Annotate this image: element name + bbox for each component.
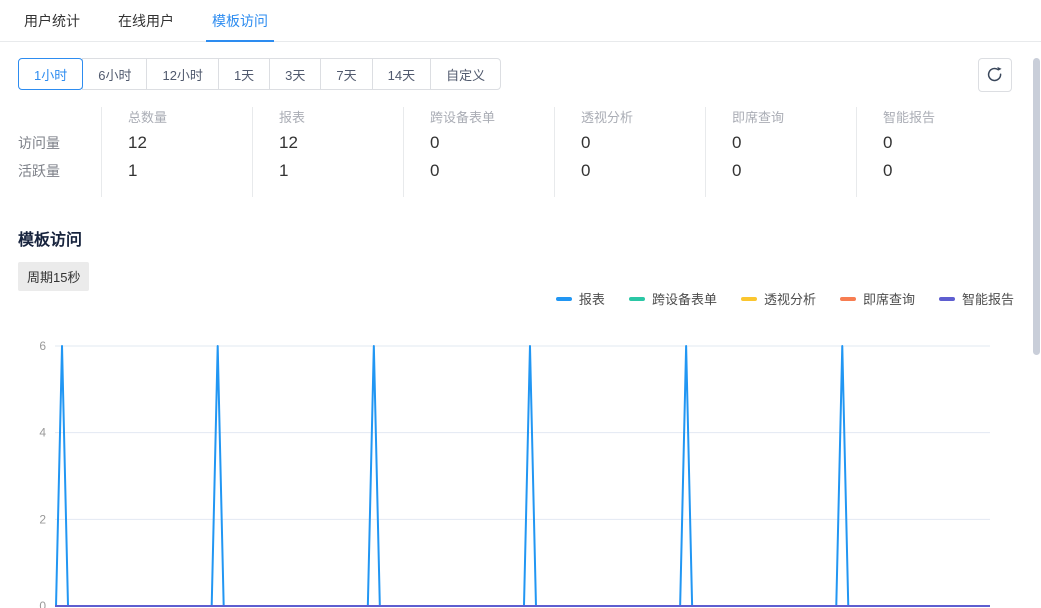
time-filter-1d[interactable]: 1天 xyxy=(218,58,270,90)
stats-column-smart-report: 智能报告00 xyxy=(856,107,1007,197)
legend-item-smart-report[interactable]: 智能报告 xyxy=(939,289,1014,308)
legend-marker xyxy=(840,297,856,301)
section-title: 模板访问 xyxy=(18,226,82,250)
legend-item-pivot-analysis[interactable]: 透视分析 xyxy=(741,289,816,308)
stats-value: 12 xyxy=(128,129,252,157)
stats-column-header: 即席查询 xyxy=(732,107,856,129)
legend-item-cross-device-form[interactable]: 跨设备表单 xyxy=(629,289,717,308)
stats-column-report: 报表121 xyxy=(252,107,403,197)
stats-value: 1 xyxy=(279,157,403,185)
dashboard-page: 用户统计在线用户模板访问 1小时6小时12小时1天3天7天14天自定义 访问量 … xyxy=(0,0,1041,608)
stats-column-pivot-analysis: 透视分析00 xyxy=(554,107,705,197)
stats-value: 0 xyxy=(581,157,705,185)
tab-bar: 用户统计在线用户模板访问 xyxy=(0,0,1041,42)
time-filter-7d[interactable]: 7天 xyxy=(320,58,372,90)
y-axis-tick-label: 0 xyxy=(39,599,46,608)
vertical-scrollbar[interactable] xyxy=(1033,58,1040,355)
y-axis-tick-label: 4 xyxy=(39,426,46,440)
time-filter-14d[interactable]: 14天 xyxy=(372,58,431,90)
legend-marker xyxy=(939,297,955,301)
time-filter-toolbar: 1小时6小时12小时1天3天7天14天自定义 xyxy=(18,58,1023,92)
stats-value: 0 xyxy=(732,157,856,185)
stats-value: 0 xyxy=(883,157,1007,185)
y-axis-tick-label: 6 xyxy=(39,339,46,353)
legend-label: 跨设备表单 xyxy=(652,289,717,308)
stats-column-header: 透视分析 xyxy=(581,107,705,129)
stats-column-header: 跨设备表单 xyxy=(430,107,554,129)
tab-online-users[interactable]: 在线用户 xyxy=(112,0,180,41)
chart-canvas: 0 2 4 6 xyxy=(0,330,1041,608)
time-filter-1h[interactable]: 1小时 xyxy=(18,58,83,90)
stats-value: 0 xyxy=(430,129,554,157)
stats-column-header: 报表 xyxy=(279,107,403,129)
legend-marker xyxy=(741,297,757,301)
legend-item-report[interactable]: 报表 xyxy=(556,289,605,308)
template-visits-chart: 0 2 4 6 xyxy=(0,330,1041,608)
time-filter-group: 1小时6小时12小时1天3天7天14天自定义 xyxy=(18,58,1023,90)
stats-value: 0 xyxy=(732,129,856,157)
refresh-button[interactable] xyxy=(978,58,1012,92)
tab-template-visits[interactable]: 模板访问 xyxy=(206,0,274,41)
row-label-visits: 访问量 xyxy=(18,129,101,157)
stats-value: 0 xyxy=(581,129,705,157)
time-filter-custom[interactable]: 自定义 xyxy=(430,58,501,90)
row-label-active: 活跃量 xyxy=(18,157,101,185)
stats-column-header: 智能报告 xyxy=(883,107,1007,129)
stats-value: 1 xyxy=(128,157,252,185)
legend-label: 智能报告 xyxy=(962,289,1014,308)
time-filter-6h[interactable]: 6小时 xyxy=(82,58,147,90)
tab-user-stats[interactable]: 用户统计 xyxy=(18,0,86,41)
stats-value: 0 xyxy=(883,129,1007,157)
series-line-report xyxy=(55,346,990,606)
time-filter-12h[interactable]: 12小时 xyxy=(146,58,218,90)
stats-value: 12 xyxy=(279,129,403,157)
legend-marker xyxy=(556,297,572,301)
legend-label: 透视分析 xyxy=(764,289,816,308)
stats-column-adhoc-query: 即席查询00 xyxy=(705,107,856,197)
stats-table: 访问量 活跃量 总数量121报表121跨设备表单00透视分析00即席查询00智能… xyxy=(18,107,1007,197)
y-axis-tick-label: 2 xyxy=(39,512,46,526)
time-filter-3d[interactable]: 3天 xyxy=(269,58,321,90)
stats-column-header: 总数量 xyxy=(128,107,252,129)
legend-label: 即席查询 xyxy=(863,289,915,308)
chart-legend: 报表 跨设备表单 透视分析 即席查询 智能报告 xyxy=(532,289,1014,308)
stats-column-total: 总数量121 xyxy=(101,107,252,197)
legend-item-adhoc-query[interactable]: 即席查询 xyxy=(840,289,915,308)
stats-row-headers: 访问量 活跃量 xyxy=(18,107,101,197)
cycle-badge: 周期15秒 xyxy=(18,262,89,291)
legend-label: 报表 xyxy=(579,289,605,308)
stats-column-cross-device-form: 跨设备表单00 xyxy=(403,107,554,197)
legend-marker xyxy=(629,297,645,301)
refresh-icon xyxy=(986,66,1004,84)
stats-value: 0 xyxy=(430,157,554,185)
